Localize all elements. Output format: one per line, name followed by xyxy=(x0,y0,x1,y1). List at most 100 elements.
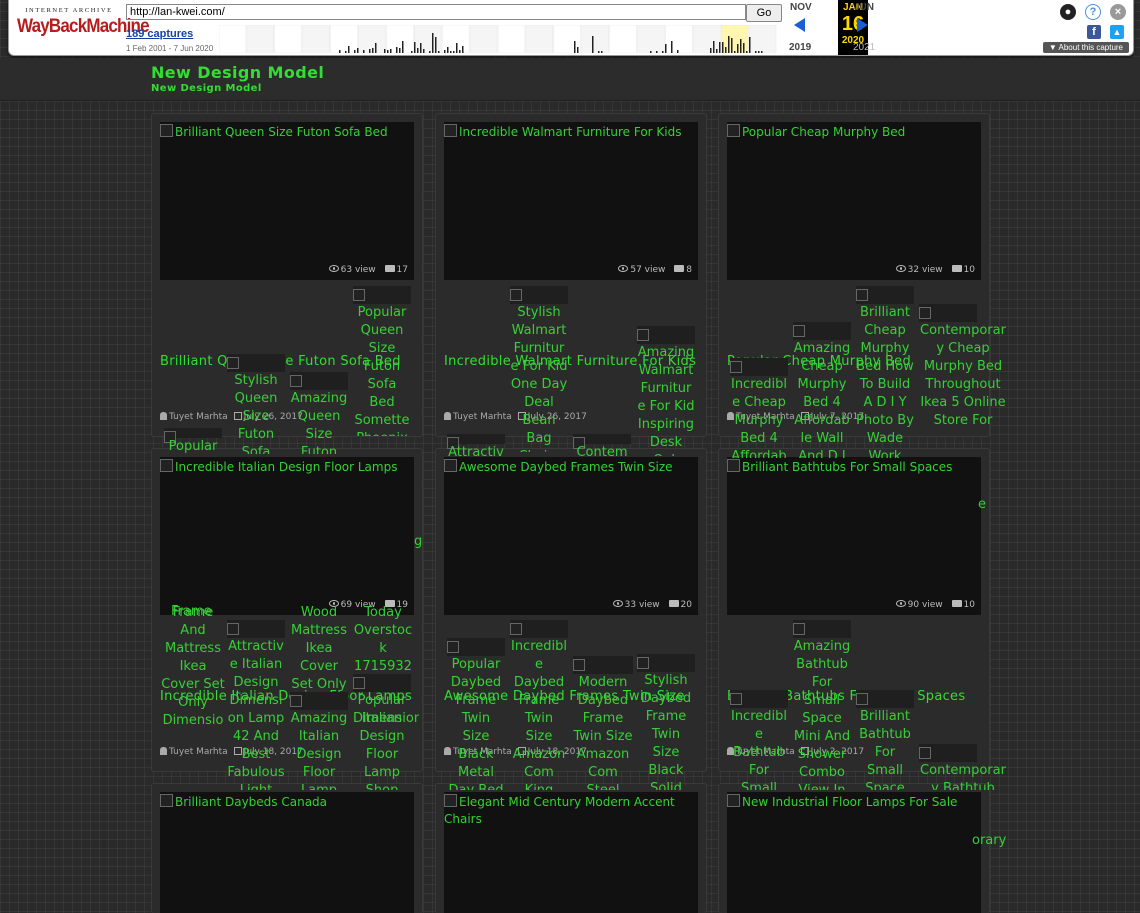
about-capture-button[interactable]: ▼ About this capture xyxy=(1042,42,1129,53)
sparkline-capture-bar xyxy=(719,42,721,53)
sparkline-capture-bar xyxy=(722,42,724,53)
thumbnail-alt-text: Elegant Mid Century Modern Accent Chairs xyxy=(444,794,694,828)
post-thumbnail[interactable]: Brilliant Queen Size Futon Sofa Bed 63 v… xyxy=(160,122,414,280)
sparkline-year-column[interactable] xyxy=(637,25,665,53)
post-thumbnail[interactable]: Brilliant Daybeds Canada xyxy=(160,792,414,913)
next-year[interactable]: 2021 xyxy=(853,42,875,53)
photo-count: 10 xyxy=(951,600,975,610)
close-icon[interactable]: × xyxy=(1110,4,1126,20)
gallery-thumb[interactable]: Popular xyxy=(164,428,222,456)
sparkline-year-column[interactable] xyxy=(302,25,330,53)
post-author[interactable]: Tuyet Marhta xyxy=(169,412,228,422)
sparkline-capture-bar xyxy=(601,51,603,53)
sparkline-capture-bar xyxy=(665,44,667,53)
post-thumbnail[interactable]: Incredible Italian Design Floor Lamps 69… xyxy=(160,457,414,615)
gallery-alt: Incredible Bathtub For Small Space Deep xyxy=(730,709,787,790)
gallery-alt: Popular Italian Design Floor Lamp Shop xyxy=(357,693,407,790)
post-author[interactable]: Tuyet Marhta xyxy=(169,747,228,757)
gallery-thumb[interactable]: Attractive Italian Design Dimension Lamp… xyxy=(227,620,285,790)
gallery-thumb[interactable]: Popular Queen Size Futon Sofa Bed Somett… xyxy=(353,286,411,436)
help-icon[interactable]: ? xyxy=(1085,4,1101,20)
gallery-thumb[interactable]: Brilliant Bathtub For Small Space Renova… xyxy=(856,690,914,790)
prev-capture-arrow-icon[interactable] xyxy=(794,18,805,32)
thumbnail-alt-text: Brilliant Daybeds Canada xyxy=(160,794,331,811)
go-button[interactable]: Go xyxy=(746,4,782,22)
gallery-thumb[interactable]: Incredible Bathtub For Small Space Deep xyxy=(730,690,788,790)
user-icon[interactable]: ● xyxy=(1060,4,1076,20)
broken-image-icon xyxy=(919,304,977,322)
sparkline-year-column[interactable] xyxy=(441,25,470,53)
gallery-thumb[interactable]: Popular Daybed Frame Twin Size Black Met… xyxy=(447,638,505,790)
gallery-thumb[interactable]: Amazing Cheap Murphy Bed 4 Affordable Wa… xyxy=(793,322,851,458)
sparkline-year-column[interactable] xyxy=(330,25,358,53)
sparkline-capture-bar xyxy=(710,48,712,53)
gallery-thumb[interactable]: Stylish Daybed Frame Twin Size Black Sol… xyxy=(637,654,695,790)
sparkline-year-column[interactable] xyxy=(274,25,302,53)
facebook-icon[interactable]: f xyxy=(1087,25,1101,39)
sparkline-year-column[interactable] xyxy=(665,25,693,53)
sparkline-capture-bar xyxy=(369,49,371,53)
gallery-thumb[interactable]: Wood Mattress Ikea Cover Set Only xyxy=(290,604,348,694)
eye-icon xyxy=(618,265,629,272)
view-count-value: 63 view xyxy=(340,265,376,275)
capture-sparkline[interactable] xyxy=(219,25,777,53)
sparkline-year-column[interactable] xyxy=(693,25,721,53)
sparkline-capture-bar xyxy=(384,49,386,53)
broken-image-icon xyxy=(573,656,633,674)
sparkline-year-column[interactable] xyxy=(609,25,637,53)
gallery-thumb[interactable]: Stylish Walmart Furniture For Kid One Da… xyxy=(510,286,568,452)
next-capture-arrow-icon[interactable] xyxy=(857,18,868,32)
gallery-thumb[interactable]: Modern Daybed Frame Twin Size Amazon Com… xyxy=(573,656,633,790)
sparkline-year-column[interactable] xyxy=(525,25,554,53)
gallery-thumb[interactable]: Amazing Queen Size Futon xyxy=(290,372,348,454)
sparkline-year-column[interactable] xyxy=(358,25,386,53)
wayback-logo[interactable]: INTERNET ARCHIVE WayBackMachine xyxy=(17,7,150,36)
captures-link[interactable]: 189 captures xyxy=(126,28,193,40)
gallery-thumb[interactable]: Contemporary xyxy=(573,434,631,460)
post-thumbnail[interactable]: Popular Cheap Murphy Bed 32 view 10 xyxy=(727,122,981,280)
post-thumbnail[interactable]: Awesome Daybed Frames Twin Size 33 view … xyxy=(444,457,698,615)
sparkline-year-column[interactable] xyxy=(497,25,526,53)
post-author[interactable]: Tuyet Marhta xyxy=(453,412,512,422)
gallery-thumb[interactable]: Frame And Mattress Ikea Cover Set Only D… xyxy=(160,604,226,730)
gallery-thumb[interactable]: Contemporary Bathtub xyxy=(919,744,1007,790)
gallery-alt: Frame And Mattress Ikea Cover Set Only D… xyxy=(161,605,225,728)
photo-count: 20 xyxy=(668,600,692,610)
gallery-thumb[interactable]: Contemporary Cheap Murphy Bed Throughout… xyxy=(919,304,1007,458)
broken-image-icon xyxy=(447,434,505,444)
post-thumbnail[interactable]: Brilliant Bathtubs For Small Spaces 90 v… xyxy=(727,457,981,615)
post-thumbnail[interactable]: New Industrial Floor Lamps For Sale xyxy=(727,792,981,913)
gallery-thumb[interactable]: Popular Italian Design Floor Lamp Shop xyxy=(353,674,411,790)
gallery-thumb[interactable]: Amazing Bathtub For Small Space Mini And… xyxy=(793,620,851,790)
sparkline-year-column[interactable] xyxy=(581,25,609,53)
post-thumbnail[interactable]: Elegant Mid Century Modern Accent Chairs xyxy=(444,792,698,913)
photo-count: 10 xyxy=(951,265,975,275)
sparkline-capture-bar xyxy=(396,47,398,53)
gallery-thumb[interactable]: Attractive xyxy=(447,434,505,460)
sparkline-year-column[interactable] xyxy=(553,25,581,53)
sparkline-capture-bar xyxy=(598,51,600,53)
broken-image-icon xyxy=(856,690,914,708)
sparkline-year-column[interactable] xyxy=(219,25,247,53)
gallery-thumb[interactable]: Brilliant Cheap Murphy Bed How To Build … xyxy=(856,286,914,458)
sparkline-year-column[interactable] xyxy=(748,25,777,53)
logo-top-text: INTERNET ARCHIVE xyxy=(25,7,113,14)
gallery-thumb[interactable]: Incredible Cheap Murphy Bed 4 Affordable xyxy=(730,358,788,458)
gallery-thumb[interactable]: Stylish Queen Size Futon Sofa Bed Living xyxy=(227,354,285,454)
prev-year[interactable]: 2019 xyxy=(789,42,811,53)
site-title[interactable]: New Design Model xyxy=(151,63,324,82)
gallery-thumb[interactable]: Incredible Daybed Frame Twin Size Amazon… xyxy=(510,620,568,790)
photo-count: 17 xyxy=(384,265,408,275)
url-input[interactable]: http://lan-kwei.com/ xyxy=(126,4,746,20)
broken-image-icon xyxy=(290,372,348,390)
post-thumbnail[interactable]: Incredible Walmart Furniture For Kids 57… xyxy=(444,122,698,280)
sparkline-year-column[interactable] xyxy=(469,25,498,53)
twitter-icon[interactable]: ▲ xyxy=(1110,25,1124,39)
prev-month[interactable]: NOV xyxy=(790,2,812,13)
gallery-thumb[interactable]: Amazing Italian Design Floor Lamp xyxy=(290,692,348,790)
next-month[interactable]: JUN xyxy=(854,2,874,13)
broken-image-icon xyxy=(164,428,222,438)
gallery-thumb[interactable]: Amazing Walmart Furniture For Kid Inspir… xyxy=(637,326,695,456)
gallery-alt: Incredible Cheap Murphy Bed 4 Affordable xyxy=(730,377,787,458)
sparkline-year-column[interactable] xyxy=(246,25,275,53)
